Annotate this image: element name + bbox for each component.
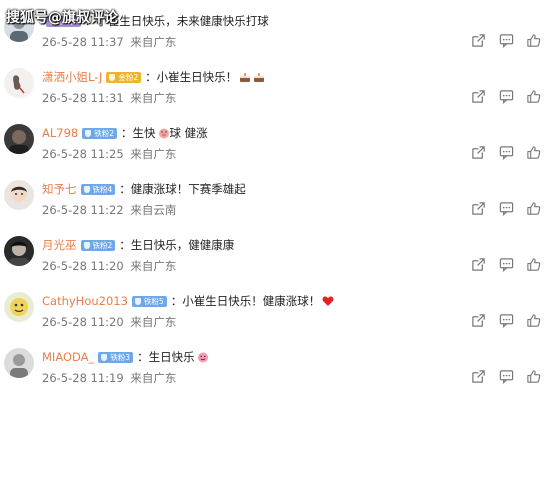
share-icon[interactable] bbox=[471, 145, 486, 160]
comment-time: 26-5-28 11:20 bbox=[42, 315, 124, 329]
avatar[interactable] bbox=[4, 180, 34, 210]
watermark: 搜狐号@旗叔评论 bbox=[6, 10, 118, 26]
like-icon[interactable] bbox=[526, 33, 541, 48]
comment-location: 来自广东 bbox=[130, 35, 177, 49]
cake-emoji bbox=[239, 71, 251, 83]
fan-badge: 金粉2 bbox=[106, 71, 142, 83]
like-icon[interactable] bbox=[526, 201, 541, 216]
comment-text: ：生快 bbox=[121, 126, 156, 140]
reply-icon[interactable] bbox=[499, 33, 514, 48]
reply-icon[interactable] bbox=[499, 313, 514, 328]
comment-item: MIAODA_ 铁粉3 ：生日快乐 26-5-28 11:19 来自广东 bbox=[0, 346, 555, 396]
cake-emoji bbox=[253, 71, 265, 83]
username[interactable]: 知予七 bbox=[42, 181, 77, 197]
comment-time: 26-5-28 11:20 bbox=[42, 259, 124, 273]
comment-text: ：小崔生日快乐！健康涨球！ bbox=[170, 294, 321, 308]
comment-location: 来自广东 bbox=[130, 147, 177, 161]
username[interactable]: MIAODA_ bbox=[42, 349, 94, 365]
comment-time: 26-5-28 11:22 bbox=[42, 203, 124, 217]
comment-item: CathyHou2013 铁粉5 ：小崔生日快乐！健康涨球！ 26-5-28 1… bbox=[0, 290, 555, 340]
reply-icon[interactable] bbox=[499, 89, 514, 104]
fan-badge: 铁粉2 bbox=[80, 239, 116, 251]
comment-text: ：生日快乐 bbox=[137, 350, 195, 364]
comment-text: ：小崔生日快乐！ bbox=[145, 70, 238, 84]
pig-emoji bbox=[158, 127, 170, 139]
comment-time: 26-5-28 11:19 bbox=[42, 371, 124, 385]
username[interactable]: CathyHou2013 bbox=[42, 293, 128, 309]
avatar[interactable] bbox=[4, 348, 34, 378]
comment-time: 26-5-28 11:25 bbox=[42, 147, 124, 161]
heart-emoji bbox=[322, 295, 334, 307]
comment-location: 来自广东 bbox=[130, 259, 177, 273]
username[interactable]: AL798 bbox=[42, 125, 78, 141]
like-icon[interactable] bbox=[526, 313, 541, 328]
like-icon[interactable] bbox=[526, 369, 541, 384]
comment-text: ：健康涨球！下赛季雄起 bbox=[119, 182, 246, 196]
reply-icon[interactable] bbox=[499, 369, 514, 384]
comment-item: 潇洒小姐L-J 金粉2 ：小崔生日快乐！ 26-5-28 11:31 来自广东 bbox=[0, 66, 555, 116]
avatar[interactable] bbox=[4, 292, 34, 322]
face-emoji bbox=[197, 351, 209, 363]
comment-item: 月光巫 铁粉2 ：生日快乐，健健康康 26-5-28 11:20 来自广东 bbox=[0, 234, 555, 284]
comment-location: 来自云南 bbox=[130, 203, 177, 217]
comment-item: AL798 铁粉2 ：生快 球 健涨 26-5-28 11:25 来自广东 bbox=[0, 122, 555, 172]
avatar[interactable] bbox=[4, 68, 34, 98]
comment-text: ：生日快乐，健健康康 bbox=[119, 238, 235, 252]
comment-time: 26-5-28 11:31 bbox=[42, 91, 124, 105]
share-icon[interactable] bbox=[471, 313, 486, 328]
fan-badge: 铁粉3 bbox=[98, 351, 134, 363]
share-icon[interactable] bbox=[471, 257, 486, 272]
comment-text-tail: 球 健涨 bbox=[169, 126, 208, 140]
avatar[interactable] bbox=[4, 236, 34, 266]
reply-icon[interactable] bbox=[499, 201, 514, 216]
username[interactable]: 潇洒小姐L-J bbox=[42, 69, 102, 85]
share-icon[interactable] bbox=[471, 201, 486, 216]
comment-location: 来自广东 bbox=[130, 91, 177, 105]
fan-badge: 铁粉5 bbox=[131, 295, 167, 307]
username[interactable]: 月光巫 bbox=[42, 237, 77, 253]
fan-badge: 铁粉4 bbox=[80, 183, 116, 195]
like-icon[interactable] bbox=[526, 89, 541, 104]
avatar[interactable] bbox=[4, 124, 34, 154]
share-icon[interactable] bbox=[471, 369, 486, 384]
share-icon[interactable] bbox=[471, 89, 486, 104]
fan-badge: 铁粉2 bbox=[82, 127, 118, 139]
like-icon[interactable] bbox=[526, 145, 541, 160]
reply-icon[interactable] bbox=[499, 145, 514, 160]
comment-location: 来自广东 bbox=[130, 315, 177, 329]
like-icon[interactable] bbox=[526, 257, 541, 272]
comment-location: 来自广东 bbox=[130, 371, 177, 385]
comment-time: 26-5-28 11:37 bbox=[42, 35, 124, 49]
comment-item: 知予七 铁粉4 ：健康涨球！下赛季雄起 26-5-28 11:22 来自云南 bbox=[0, 178, 555, 228]
reply-icon[interactable] bbox=[499, 257, 514, 272]
share-icon[interactable] bbox=[471, 33, 486, 48]
